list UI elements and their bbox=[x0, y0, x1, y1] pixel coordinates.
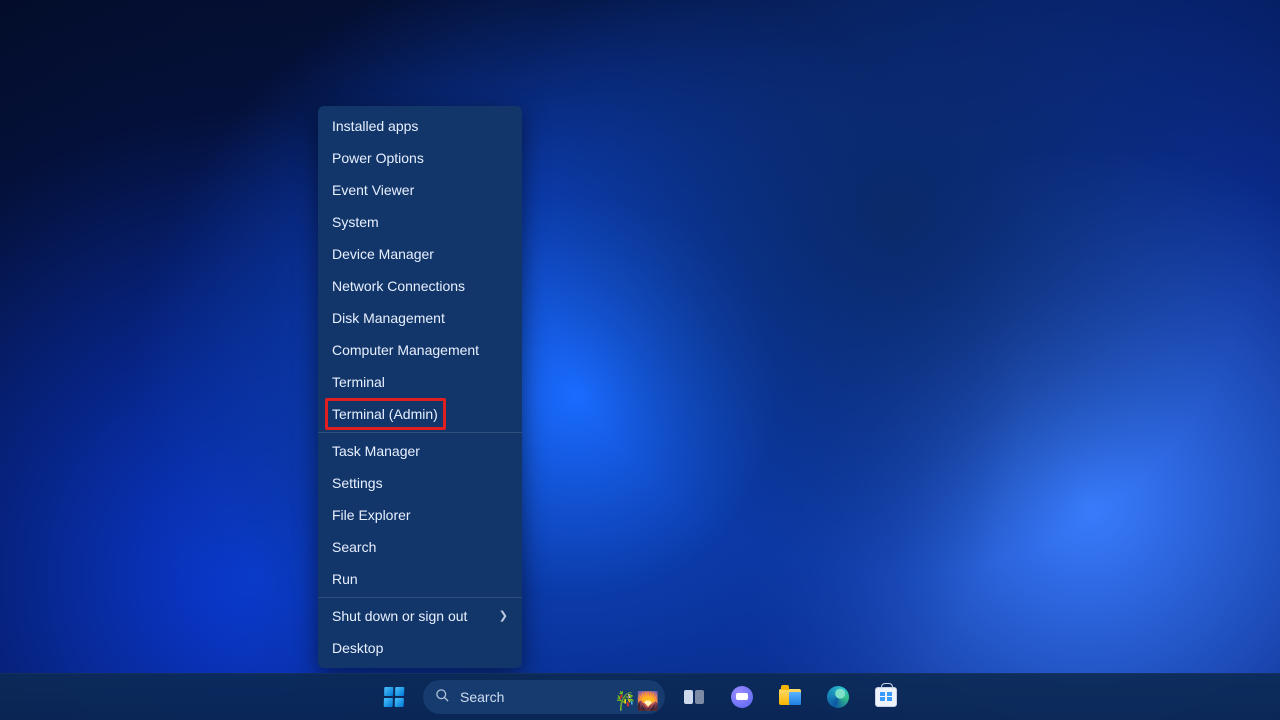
winx-context-menu: Installed apps Power Options Event Viewe… bbox=[318, 106, 522, 668]
menu-item-label: Terminal bbox=[332, 366, 385, 398]
menu-separator bbox=[318, 432, 522, 433]
menu-item-system[interactable]: System bbox=[318, 206, 522, 238]
chat-icon bbox=[731, 686, 753, 708]
menu-separator bbox=[318, 597, 522, 598]
folder-icon bbox=[779, 689, 801, 705]
menu-item-power-options[interactable]: Power Options bbox=[318, 142, 522, 174]
menu-item-disk-management[interactable]: Disk Management bbox=[318, 302, 522, 334]
menu-item-label: Desktop bbox=[332, 632, 383, 664]
start-button[interactable] bbox=[375, 678, 413, 716]
menu-item-file-explorer[interactable]: File Explorer bbox=[318, 499, 522, 531]
menu-item-label: File Explorer bbox=[332, 499, 411, 531]
menu-item-label: Run bbox=[332, 563, 358, 595]
taskbar-search-box[interactable]: Search 🎋🌄 bbox=[423, 680, 665, 714]
menu-item-installed-apps[interactable]: Installed apps bbox=[318, 110, 522, 142]
chevron-right-icon: ❯ bbox=[499, 600, 508, 632]
menu-item-label: Event Viewer bbox=[332, 174, 414, 206]
menu-item-shut-down-or-sign-out[interactable]: Shut down or sign out ❯ bbox=[318, 600, 522, 632]
menu-item-terminal[interactable]: Terminal bbox=[318, 366, 522, 398]
microsoft-store-button[interactable] bbox=[867, 678, 905, 716]
menu-item-computer-management[interactable]: Computer Management bbox=[318, 334, 522, 366]
menu-item-terminal-admin[interactable]: Terminal (Admin) bbox=[318, 398, 522, 430]
menu-item-label: Installed apps bbox=[332, 110, 418, 142]
search-icon bbox=[435, 688, 450, 706]
menu-item-label: Power Options bbox=[332, 142, 424, 174]
menu-item-network-connections[interactable]: Network Connections bbox=[318, 270, 522, 302]
menu-item-label: Network Connections bbox=[332, 270, 465, 302]
windows-logo-icon bbox=[384, 687, 405, 707]
task-view-button[interactable] bbox=[675, 678, 713, 716]
menu-item-label: Computer Management bbox=[332, 334, 479, 366]
menu-item-run[interactable]: Run bbox=[318, 563, 522, 595]
search-highlight-icon: 🎋🌄 bbox=[614, 691, 659, 712]
task-view-icon bbox=[684, 690, 704, 704]
menu-item-label: Device Manager bbox=[332, 238, 434, 270]
menu-item-label: Search bbox=[332, 531, 376, 563]
taskbar-center: Search 🎋🌄 bbox=[375, 678, 905, 716]
file-explorer-button[interactable] bbox=[771, 678, 809, 716]
menu-item-label: System bbox=[332, 206, 379, 238]
menu-item-label: Settings bbox=[332, 467, 383, 499]
menu-item-event-viewer[interactable]: Event Viewer bbox=[318, 174, 522, 206]
menu-item-desktop[interactable]: Desktop bbox=[318, 632, 522, 664]
menu-item-device-manager[interactable]: Device Manager bbox=[318, 238, 522, 270]
menu-item-search[interactable]: Search bbox=[318, 531, 522, 563]
menu-item-label: Disk Management bbox=[332, 302, 445, 334]
menu-item-label: Shut down or sign out bbox=[332, 600, 467, 632]
store-icon bbox=[875, 687, 897, 707]
menu-item-task-manager[interactable]: Task Manager bbox=[318, 435, 522, 467]
edge-button[interactable] bbox=[819, 678, 857, 716]
edge-icon bbox=[827, 686, 849, 708]
menu-item-settings[interactable]: Settings bbox=[318, 467, 522, 499]
menu-item-label: Terminal (Admin) bbox=[332, 398, 438, 430]
desktop[interactable]: Installed apps Power Options Event Viewe… bbox=[0, 0, 1280, 720]
taskbar: Search 🎋🌄 bbox=[0, 673, 1280, 720]
chat-button[interactable] bbox=[723, 678, 761, 716]
search-placeholder: Search bbox=[460, 689, 504, 705]
menu-item-label: Task Manager bbox=[332, 435, 420, 467]
